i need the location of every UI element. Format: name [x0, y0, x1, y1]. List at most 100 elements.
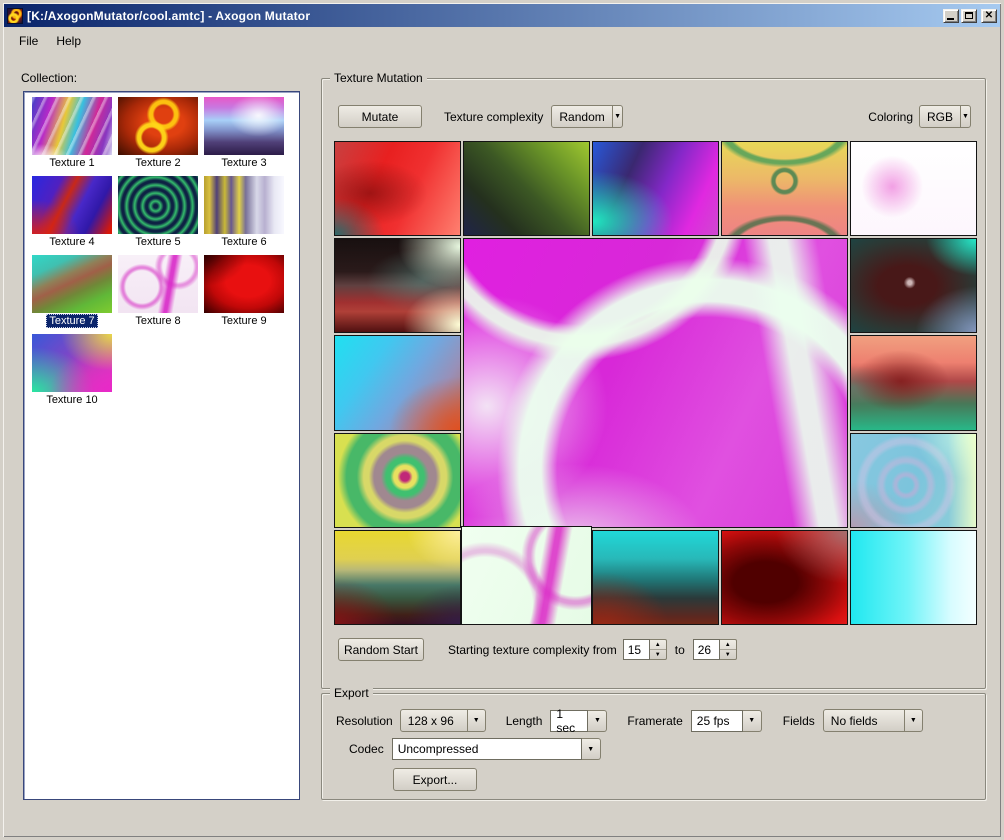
- collection-item-10[interactable]: Texture 10: [29, 334, 115, 408]
- fields-label: Fields: [783, 714, 815, 728]
- texture-7-label-selected: Texture 7: [46, 314, 97, 328]
- minimize-icon: [947, 18, 954, 20]
- collection-listbox[interactable]: Texture 1 Texture 2 Texture 3 Texture 4 …: [23, 91, 300, 800]
- collection-item-4[interactable]: Texture 4: [29, 176, 115, 250]
- collection-item-6[interactable]: Texture 6: [201, 176, 287, 250]
- texture-10-label: Texture 10: [43, 393, 100, 407]
- export-group: Export Resolution 128 x 96 ▼ Length 1 se…: [321, 693, 986, 800]
- framerate-label: Framerate: [627, 714, 682, 728]
- random-start-button[interactable]: Random Start: [338, 638, 424, 661]
- length-value: 1 sec: [550, 710, 588, 732]
- texture-9-label: Texture 9: [218, 314, 269, 328]
- mutation-tile-right-2[interactable]: [850, 335, 977, 430]
- texture-mutation-group-label: Texture Mutation: [330, 71, 427, 85]
- texture-8-thumbnail: [118, 255, 198, 313]
- chevron-down-icon: ▼: [612, 106, 623, 127]
- mutation-tile-bottom-4[interactable]: [721, 530, 848, 625]
- mutation-tile-top-4[interactable]: [721, 141, 848, 236]
- spin-up-icon[interactable]: ▲: [720, 640, 736, 650]
- complexity-from-value: 15: [623, 639, 650, 660]
- mutation-tile-top-5[interactable]: [850, 141, 977, 236]
- texture-1-thumbnail: [32, 97, 112, 155]
- collection-item-1[interactable]: Texture 1: [29, 97, 115, 171]
- mutation-grid: [334, 141, 977, 625]
- texture-3-thumbnail: [204, 97, 284, 155]
- export-button[interactable]: Export...: [393, 768, 477, 791]
- menubar: File Help: [4, 27, 1000, 55]
- complexity-to-spinner[interactable]: 26 ▲ ▼: [693, 639, 737, 660]
- mutate-button[interactable]: Mutate: [338, 105, 422, 128]
- complexity-from-spinner[interactable]: 15 ▲ ▼: [623, 639, 667, 660]
- collection-item-2[interactable]: Texture 2: [115, 97, 201, 171]
- mutation-tile-right-3[interactable]: [850, 433, 977, 528]
- texture-2-thumbnail: [118, 97, 198, 155]
- complexity-to-value: 26: [693, 639, 720, 660]
- collection-item-5[interactable]: Texture 5: [115, 176, 201, 250]
- to-label: to: [675, 643, 685, 657]
- texture-5-thumbnail: [118, 176, 198, 234]
- app-window: [K:/AxogonMutator/cool.amtc] - Axogon Mu…: [0, 0, 1004, 840]
- chevron-down-icon[interactable]: ▼: [743, 710, 762, 732]
- texture-7-thumbnail: [32, 255, 112, 313]
- mutation-tile-left-3[interactable]: [334, 433, 461, 528]
- texture-complexity-label: Texture complexity: [444, 110, 543, 124]
- mutation-tile-right-1[interactable]: [850, 238, 977, 333]
- menu-file[interactable]: File: [10, 31, 47, 51]
- mutation-tile-bottom-2-texture: [462, 527, 591, 624]
- mutation-tile-bottom-5[interactable]: [850, 530, 977, 625]
- texture-complexity-dropdown[interactable]: Random ▼: [551, 105, 623, 128]
- fields-dropdown[interactable]: No fields ▼: [823, 709, 923, 732]
- coloring-dropdown[interactable]: RGB ▼: [919, 105, 971, 128]
- window-title: [K:/AxogonMutator/cool.amtc] - Axogon Mu…: [27, 9, 941, 23]
- mutation-tile-top-3[interactable]: [592, 141, 719, 236]
- mutation-tile-bottom-2[interactable]: [461, 526, 592, 625]
- texture-10-thumbnail: [32, 334, 112, 392]
- framerate-value: 25 fps: [691, 710, 743, 732]
- texture-6-label: Texture 6: [218, 235, 269, 249]
- resolution-dropdown[interactable]: 128 x 96 ▼: [400, 709, 486, 732]
- collection-item-9[interactable]: Texture 9: [201, 255, 287, 329]
- coloring-value: RGB: [920, 106, 960, 127]
- collection-item-8[interactable]: Texture 8: [115, 255, 201, 329]
- texture-4-label: Texture 4: [46, 235, 97, 249]
- mutation-tile-top-2[interactable]: [463, 141, 590, 236]
- chevron-down-icon: ▼: [960, 106, 970, 127]
- mutation-preview-center[interactable]: [463, 238, 848, 528]
- minimize-button[interactable]: [943, 9, 959, 23]
- menu-help[interactable]: Help: [47, 31, 90, 51]
- mutation-tile-bottom-3[interactable]: [592, 530, 719, 625]
- chevron-down-icon[interactable]: ▼: [582, 738, 601, 760]
- starting-complexity-label: Starting texture complexity from: [448, 643, 617, 657]
- texture-5-label: Texture 5: [132, 235, 183, 249]
- texture-3-label: Texture 3: [218, 156, 269, 170]
- close-icon: ✕: [985, 11, 993, 21]
- codec-dropdown[interactable]: Uncompressed ▼: [392, 738, 601, 760]
- texture-6-thumbnail: [204, 176, 284, 234]
- maximize-icon: [965, 12, 973, 19]
- chevron-down-icon[interactable]: ▼: [588, 710, 607, 732]
- texture-mutation-group: Texture Mutation Mutate Texture complexi…: [321, 78, 986, 689]
- mutation-tile-bottom-1[interactable]: [334, 530, 461, 625]
- chevron-down-icon: ▼: [904, 710, 922, 731]
- mutation-tile-left-1[interactable]: [334, 238, 461, 333]
- titlebar[interactable]: [K:/AxogonMutator/cool.amtc] - Axogon Mu…: [4, 4, 1000, 27]
- codec-label: Codec: [349, 742, 384, 756]
- texture-4-thumbnail: [32, 176, 112, 234]
- close-button[interactable]: ✕: [981, 9, 997, 23]
- framerate-dropdown[interactable]: 25 fps ▼: [691, 710, 762, 732]
- length-dropdown[interactable]: 1 sec ▼: [550, 710, 607, 732]
- spin-down-icon[interactable]: ▼: [720, 650, 736, 659]
- texture-9-thumbnail: [204, 255, 284, 313]
- spin-up-icon[interactable]: ▲: [650, 640, 666, 650]
- mutation-tile-left-2[interactable]: [334, 335, 461, 430]
- collection-item-7[interactable]: Texture 7: [29, 255, 115, 329]
- collection-item-3[interactable]: Texture 3: [201, 97, 287, 171]
- codec-value: Uncompressed: [392, 738, 582, 760]
- maximize-button[interactable]: [961, 9, 977, 23]
- mutation-tile-top-1[interactable]: [334, 141, 461, 236]
- resolution-value: 128 x 96: [401, 710, 467, 731]
- texture-8-label: Texture 8: [132, 314, 183, 328]
- resolution-label: Resolution: [336, 714, 393, 728]
- export-group-label: Export: [330, 686, 373, 700]
- spin-down-icon[interactable]: ▼: [650, 650, 666, 659]
